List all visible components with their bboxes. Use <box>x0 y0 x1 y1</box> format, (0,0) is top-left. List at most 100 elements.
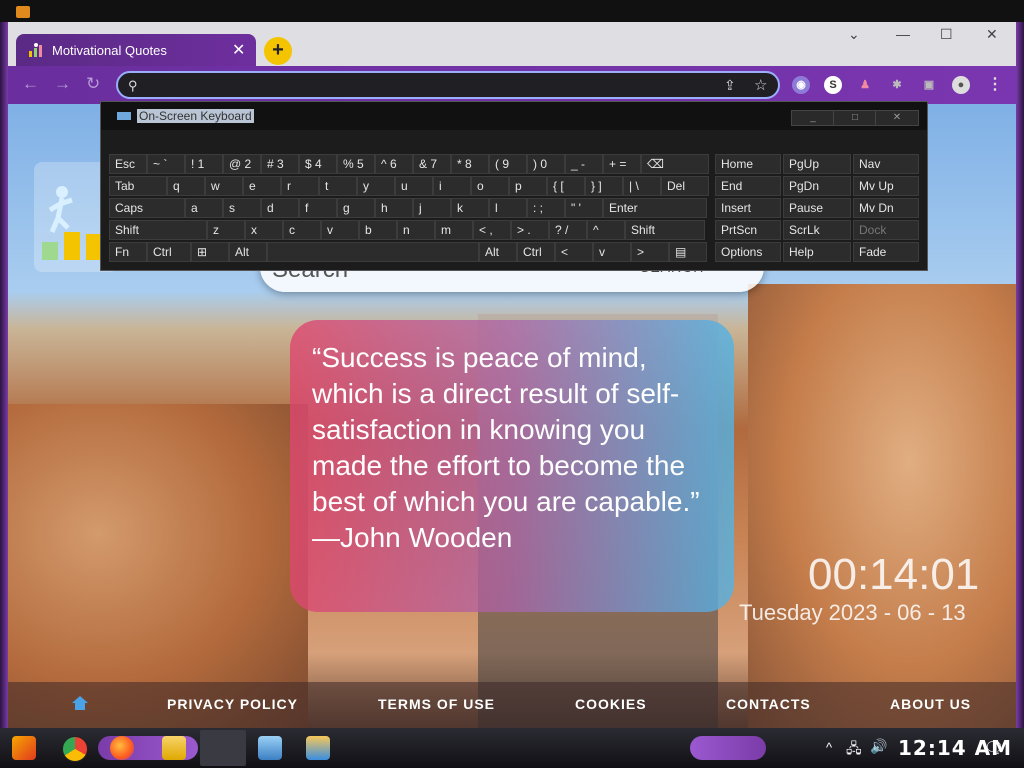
osk-key-shift[interactable]: Shift <box>625 220 705 240</box>
cookies-link[interactable]: COOKIES <box>575 696 647 712</box>
new-tab-button[interactable]: + <box>264 37 292 65</box>
osk-key-j[interactable]: j <box>413 198 451 218</box>
osk-key-4[interactable]: $ 4 <box>299 154 337 174</box>
osk-key-z[interactable]: z <box>207 220 245 240</box>
osk-key-sym-9[interactable]: > . <box>511 220 549 240</box>
osk-key-u[interactable]: u <box>395 176 433 196</box>
osk-key-7[interactable]: & 7 <box>413 154 451 174</box>
osk-key-f[interactable]: f <box>299 198 337 218</box>
contacts-link[interactable]: CONTACTS <box>726 696 811 712</box>
notifications-icon[interactable]: 🗨 <box>984 738 1004 758</box>
osk-minimize-button[interactable]: _ <box>791 110 835 126</box>
back-button[interactable]: ← <box>22 74 39 94</box>
osk-key-m[interactable]: m <box>435 220 473 240</box>
start-button-icon[interactable] <box>12 736 36 760</box>
osk-key-n[interactable]: n <box>397 220 435 240</box>
osk-key-5[interactable]: % 5 <box>337 154 375 174</box>
tab-search-dropdown-icon[interactable]: ⌄ <box>848 26 860 43</box>
osk-key-0[interactable]: ) 0 <box>527 154 565 174</box>
osk-key-tab[interactable]: Tab <box>109 176 167 196</box>
osk-key-a[interactable]: a <box>185 198 223 218</box>
browser-menu-icon[interactable]: ⋮ <box>986 76 1004 94</box>
osk-key-r[interactable]: r <box>281 176 319 196</box>
osk-key-sym-14[interactable]: ⌫ <box>641 154 709 174</box>
osk-key-k[interactable]: k <box>451 198 489 218</box>
osk-key-3[interactable]: # 3 <box>261 154 299 174</box>
extensions-puzzle-icon[interactable]: ✱ <box>888 76 906 94</box>
osk-key-sym-10[interactable]: ▤ <box>669 242 707 262</box>
osk-key-pgdn[interactable]: PgDn <box>783 176 851 196</box>
tab-motivational-quotes[interactable]: Motivational Quotes ✕ <box>16 34 256 66</box>
osk-key-d[interactable]: d <box>261 198 299 218</box>
osk-key-c[interactable]: c <box>283 220 321 240</box>
osk-key-space[interactable] <box>267 242 479 262</box>
osk-key-sym-12[interactable]: } ] <box>585 176 623 196</box>
osk-key-w[interactable]: w <box>205 176 243 196</box>
osk-key-8[interactable]: * 8 <box>451 154 489 174</box>
osk-key-pgup[interactable]: PgUp <box>783 154 851 174</box>
osk-key-scrlk[interactable]: ScrLk <box>783 220 851 240</box>
osk-key-options[interactable]: Options <box>715 242 781 262</box>
osk-key-sym-10[interactable]: ? / <box>549 220 587 240</box>
osk-key-home[interactable]: Home <box>715 154 781 174</box>
osk-key-alt[interactable]: Alt <box>229 242 267 262</box>
on-screen-keyboard-taskbar-icon[interactable] <box>258 736 282 760</box>
extension-circle-icon[interactable]: ◉ <box>792 76 810 94</box>
osk-key-t[interactable]: t <box>319 176 357 196</box>
osk-key-sym-11[interactable]: ^ <box>587 220 625 240</box>
network-icon[interactable]: 🖧 <box>846 738 862 762</box>
osk-key-sym-11[interactable]: " ' <box>565 198 603 218</box>
osk-key-insert[interactable]: Insert <box>715 198 781 218</box>
side-panel-icon[interactable]: ▣ <box>920 76 938 94</box>
osk-close-button[interactable]: ✕ <box>875 110 919 126</box>
osk-key-1[interactable]: ! 1 <box>185 154 223 174</box>
osk-key-p[interactable]: p <box>509 176 547 196</box>
osk-key-caps[interactable]: Caps <box>109 198 185 218</box>
close-window-button[interactable]: ✕ <box>986 26 998 43</box>
osk-key-sym-13[interactable]: + = <box>603 154 641 174</box>
minimize-button[interactable]: — <box>896 26 910 42</box>
osk-key-x[interactable]: x <box>245 220 283 240</box>
osk-key-sym-1[interactable]: ~ ` <box>147 154 185 174</box>
osk-key-sym-7[interactable]: < <box>555 242 593 262</box>
osk-key-sym-8[interactable]: < , <box>473 220 511 240</box>
volume-icon[interactable]: 🔊 <box>870 738 887 755</box>
osk-key-help[interactable]: Help <box>783 242 851 262</box>
osk-key-o[interactable]: o <box>471 176 509 196</box>
extension-s-icon[interactable]: S <box>824 76 842 94</box>
osk-key-enter[interactable]: Enter <box>603 198 707 218</box>
osk-key-esc[interactable]: Esc <box>109 154 147 174</box>
osk-key-ctrl[interactable]: Ctrl <box>517 242 555 262</box>
home-icon[interactable] <box>72 696 88 710</box>
share-icon[interactable]: ⇪ <box>724 77 736 94</box>
osk-key-sym-12[interactable]: _ - <box>565 154 603 174</box>
osk-key-prtscn[interactable]: PrtScn <box>715 220 781 240</box>
tray-expand-icon[interactable]: ^ <box>826 740 832 755</box>
extension-quotes-icon[interactable]: ♟ <box>856 76 874 94</box>
osk-key-fade[interactable]: Fade <box>853 242 919 262</box>
osk-key-v[interactable]: v <box>321 220 359 240</box>
osk-key-6[interactable]: ^ 6 <box>375 154 413 174</box>
osk-key-l[interactable]: l <box>489 198 527 218</box>
osk-key-sym-9[interactable]: > <box>631 242 669 262</box>
media-player-taskbar-icon[interactable] <box>306 736 330 760</box>
osk-key-alt[interactable]: Alt <box>479 242 517 262</box>
about-us-link[interactable]: ABOUT US <box>890 696 971 712</box>
osk-maximize-button[interactable]: □ <box>833 110 877 126</box>
osk-title-bar[interactable]: On-Screen Keyboard _ □ ✕ <box>101 102 927 130</box>
osk-key-mv-up[interactable]: Mv Up <box>853 176 919 196</box>
osk-key-2[interactable]: @ 2 <box>223 154 261 174</box>
tab-close-icon[interactable]: ✕ <box>232 40 245 60</box>
osk-key-sym-13[interactable]: | \ <box>623 176 661 196</box>
maximize-button[interactable]: ☐ <box>940 26 953 43</box>
privacy-policy-link[interactable]: PRIVACY POLICY <box>167 696 298 712</box>
firefox-taskbar-icon[interactable] <box>110 736 134 760</box>
osk-key-s[interactable]: s <box>223 198 261 218</box>
osk-key-shift[interactable]: Shift <box>109 220 207 240</box>
osk-key-v[interactable]: v <box>593 242 631 262</box>
osk-key-b[interactable]: b <box>359 220 397 240</box>
chrome-taskbar-icon[interactable] <box>62 736 88 762</box>
osk-key-mv-dn[interactable]: Mv Dn <box>853 198 919 218</box>
osk-key-ctrl[interactable]: Ctrl <box>147 242 191 262</box>
osk-key-q[interactable]: q <box>167 176 205 196</box>
